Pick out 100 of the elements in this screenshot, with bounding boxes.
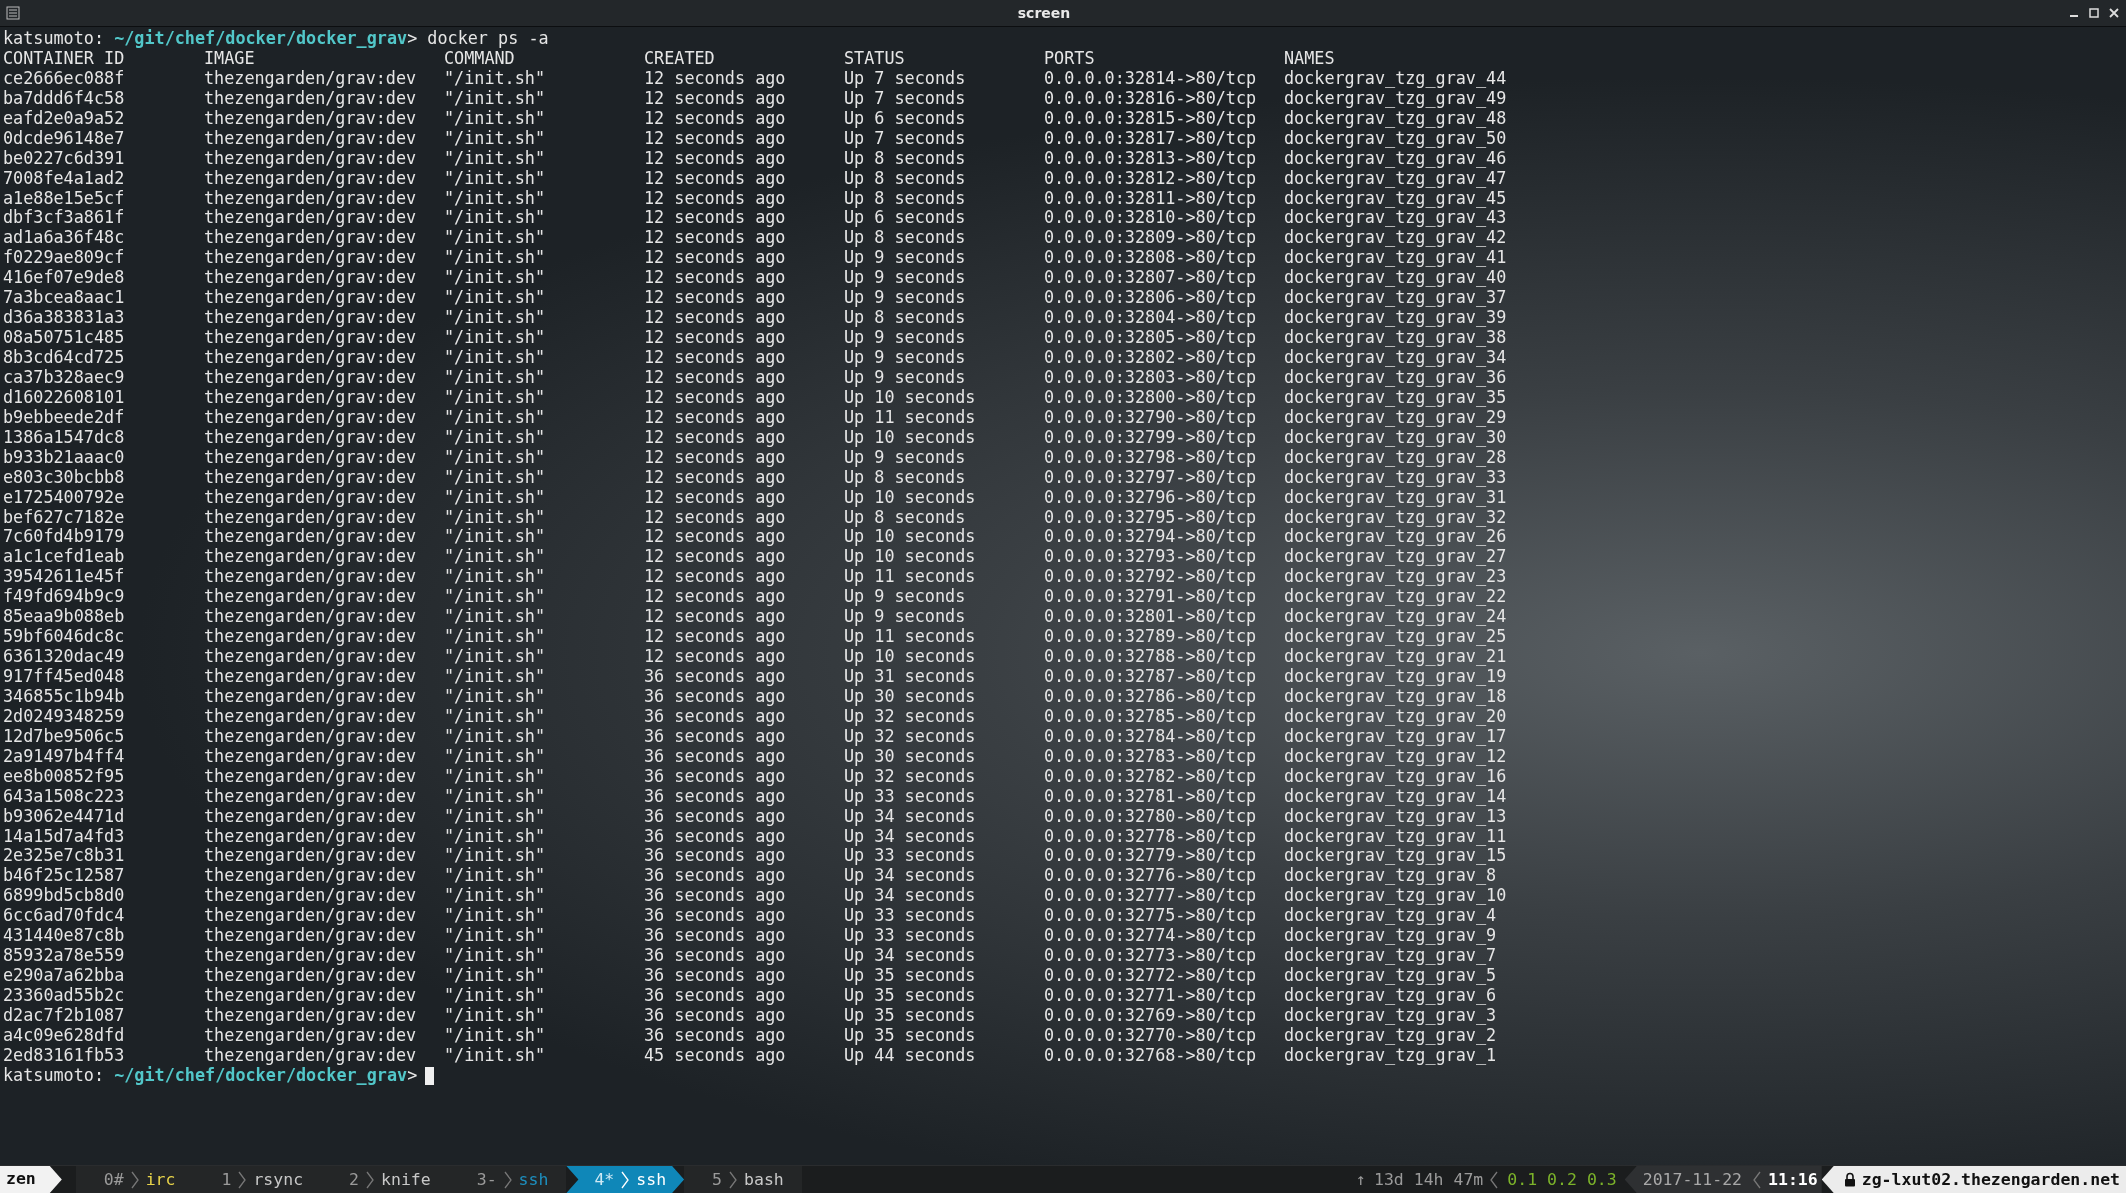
table-cell-text: thezengarden/grav:dev <box>204 926 418 947</box>
column-header: CREATED <box>644 48 716 69</box>
table-cell-text: Up 10 seconds <box>844 547 977 568</box>
table-cell-text: 36 seconds ago <box>644 886 787 907</box>
table-cell-text: 36 seconds ago <box>644 1025 787 1046</box>
table-cell-text: dockergrav_tzg_grav_27 <box>1284 547 1508 568</box>
table-cell-text: bef627c7182e <box>3 507 126 528</box>
table-cell-text: 12 seconds ago <box>644 128 787 149</box>
table-cell-text: thezengarden/grav:dev <box>204 786 418 807</box>
table-cell-text: dockergrav_tzg_grav_21 <box>1284 647 1508 667</box>
table-cell-text: 0.0.0.0:32815->80/tcp <box>1044 108 1258 129</box>
table-cell-text: 0.0.0.0:32770->80/tcp <box>1044 1025 1258 1046</box>
table-cell-text: thezengarden/grav:dev <box>204 547 418 568</box>
table-cell-text: dockergrav_tzg_grav_16 <box>1284 766 1508 787</box>
table-cell-text: thezengarden/grav:dev <box>204 188 418 209</box>
table-cell-text: Up 9 seconds <box>844 268 967 289</box>
table-cell-text: "/init.sh" <box>444 487 547 508</box>
table-cell-text: 0.0.0.0:32809->80/tcp <box>1044 228 1258 249</box>
table-cell-text: thezengarden/grav:dev <box>204 886 418 907</box>
chevron-icon <box>1489 1170 1500 1189</box>
table-cell-text: 12 seconds ago <box>644 148 787 169</box>
table-cell-text: thezengarden/grav:dev <box>204 348 418 368</box>
table-cell-text: Up 34 seconds <box>844 826 977 847</box>
table-cell-text: 643a1508c223 <box>3 786 126 807</box>
table-cell-text: thezengarden/grav:dev <box>204 148 418 169</box>
uptime-arrow: ↑ <box>1355 1168 1367 1191</box>
table-cell-text: 12 seconds ago <box>644 348 787 368</box>
table-cell-text: 0.0.0.0:32812->80/tcp <box>1044 168 1258 189</box>
table-cell-text: 0.0.0.0:32794->80/tcp <box>1044 527 1258 548</box>
uptime-text: 13d 14h 47m <box>1374 1168 1485 1191</box>
table-cell-text: dockergrav_tzg_grav_39 <box>1284 308 1508 329</box>
table-cell-text: dockergrav_tzg_grav_5 <box>1284 966 1498 986</box>
table-cell-text: 0.0.0.0:32779->80/tcp <box>1044 846 1258 867</box>
table-cell-text: 36 seconds ago <box>644 846 787 867</box>
table-cell-text: thezengarden/grav:dev <box>204 846 418 867</box>
table-cell-text: dockergrav_tzg_grav_18 <box>1284 686 1508 707</box>
table-cell-text: dockergrav_tzg_grav_38 <box>1284 328 1508 348</box>
table-cell-text: "/init.sh" <box>444 706 547 727</box>
table-cell-text: Up 9 seconds <box>844 348 967 368</box>
table-cell-text: 08a50751c485 <box>3 328 126 348</box>
table-cell-text: dockergrav_tzg_grav_15 <box>1284 846 1508 867</box>
table-cell-text: 36 seconds ago <box>644 667 787 687</box>
table-cell-text: "/init.sh" <box>444 248 547 269</box>
table-cell-text: 7c60fd4b9179 <box>3 527 126 548</box>
window-name: ssh <box>636 1168 667 1191</box>
maximize-icon[interactable] <box>2088 7 2100 19</box>
table-cell-text: 0.0.0.0:32793->80/tcp <box>1044 547 1258 568</box>
table-cell-text: 7008fe4a1ad2 <box>3 168 126 189</box>
lock-icon <box>1843 1172 1856 1187</box>
host-name: zg-lxut02.thezengarden.net <box>1861 1168 2120 1191</box>
table-cell-text: 0.0.0.0:32778->80/tcp <box>1044 826 1258 847</box>
table-cell-text: 12 seconds ago <box>644 447 787 468</box>
table-cell-text: 36 seconds ago <box>644 906 787 927</box>
table-cell-text: Up 35 seconds <box>844 966 977 986</box>
table-cell-text: dockergrav_tzg_grav_1 <box>1284 1045 1498 1066</box>
table-cell-text: thezengarden/grav:dev <box>204 467 418 488</box>
table-cell-text: thezengarden/grav:dev <box>204 686 418 707</box>
table-cell-text: 36 seconds ago <box>644 766 787 787</box>
table-cell-text: thezengarden/grav:dev <box>204 667 418 687</box>
table-cell-text: Up 11 seconds <box>844 627 977 648</box>
table-cell-text: "/init.sh" <box>444 527 547 548</box>
window-tab[interactable]: 0# irc <box>75 1166 194 1193</box>
table-cell-text: thezengarden/grav:dev <box>204 447 418 468</box>
table-cell-text: 0.0.0.0:32785->80/tcp <box>1044 706 1258 727</box>
table-cell-text: dockergrav_tzg_grav_26 <box>1284 527 1508 548</box>
table-cell-text: 59bf6046dc8c <box>3 627 126 648</box>
table-cell-text: 0.0.0.0:32776->80/tcp <box>1044 866 1258 887</box>
table-cell-text: 8b3cd64cd725 <box>3 348 126 368</box>
table-cell-text: dockergrav_tzg_grav_33 <box>1284 467 1508 488</box>
table-cell-text: 0dcde96148e7 <box>3 128 126 149</box>
table-cell-text: Up 30 seconds <box>844 746 977 767</box>
window-tab[interactable]: 4* ssh <box>566 1166 685 1193</box>
column-header: CONTAINER ID <box>3 48 125 69</box>
table-cell-text: 0.0.0.0:32807->80/tcp <box>1044 268 1258 289</box>
table-cell-text: "/init.sh" <box>444 966 547 986</box>
prompt-path: ~/git/chef/docker/docker_grav <box>114 1065 408 1086</box>
time-text: 11:16 <box>1768 1168 1818 1191</box>
close-icon[interactable] <box>2108 7 2120 19</box>
table-cell-text: 12 seconds ago <box>644 507 787 528</box>
table-cell-text: thezengarden/grav:dev <box>204 68 418 89</box>
window-menu-icon[interactable] <box>6 6 20 20</box>
table-cell-text: 0.0.0.0:32781->80/tcp <box>1044 786 1258 807</box>
table-cell-text: Up 30 seconds <box>844 686 977 707</box>
table-cell-text: 36 seconds ago <box>644 926 787 947</box>
table-cell-text: "/init.sh" <box>444 328 547 348</box>
table-cell-text: 85eaa9b088eb <box>3 607 126 628</box>
table-cell-text: "/init.sh" <box>444 268 547 289</box>
prompt-symbol: > <box>407 29 418 49</box>
table-cell-text: 0.0.0.0:32803->80/tcp <box>1044 367 1258 388</box>
load-average: 0.1 <box>1507 1168 1538 1191</box>
window-tab[interactable]: 1 rsync <box>193 1166 322 1193</box>
table-cell-text: 0.0.0.0:32797->80/tcp <box>1044 467 1258 488</box>
table-cell-text: "/init.sh" <box>444 986 547 1006</box>
window-tab[interactable]: 5 bash <box>684 1166 802 1193</box>
table-cell-text: Up 9 seconds <box>844 248 967 269</box>
window-name: ssh <box>518 1168 549 1191</box>
table-cell-text: thezengarden/grav:dev <box>204 288 418 309</box>
text-cursor <box>425 1066 435 1085</box>
window-tab[interactable]: 3- ssh <box>448 1166 567 1193</box>
window-tab[interactable]: 2 knife <box>321 1166 449 1193</box>
